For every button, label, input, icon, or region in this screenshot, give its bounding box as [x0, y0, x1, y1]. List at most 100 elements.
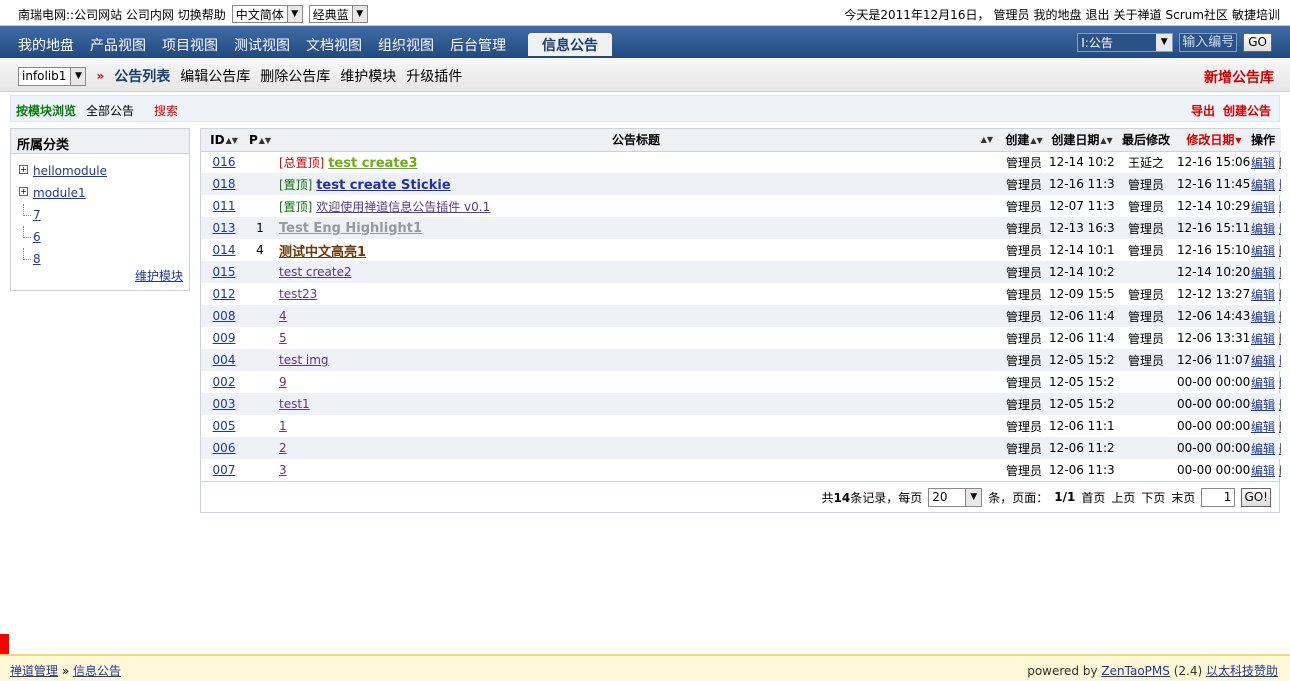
col-edited-header[interactable]: 修改日期▼	[1177, 129, 1251, 152]
maintain-module-link[interactable]: 维护模块	[135, 267, 183, 284]
export-link[interactable]: 导出	[1191, 102, 1215, 119]
module-link-hellomodule[interactable]: hellomodule	[33, 164, 107, 178]
row-title-link[interactable]: test create3	[328, 156, 417, 171]
menu-edit-lib[interactable]: 编辑公告库	[180, 66, 250, 86]
module-link-module1[interactable]: module1	[33, 186, 86, 200]
delete-link[interactable]: 删除	[1279, 354, 1281, 368]
col-creator-header[interactable]: 创建▲▼	[999, 129, 1049, 152]
row-id-link[interactable]: 003	[213, 397, 236, 411]
row-id-link[interactable]: 004	[213, 353, 236, 367]
delete-link[interactable]: 删除	[1279, 420, 1281, 434]
edit-link[interactable]: 编辑	[1251, 244, 1275, 258]
row-id-link[interactable]: 006	[213, 441, 236, 455]
add-lib-link[interactable]: 新增公告库	[1204, 67, 1274, 87]
nav-company[interactable]: 组织视图	[378, 35, 434, 56]
footer-crumb-current[interactable]: 信息公告	[73, 664, 121, 678]
link-agile-training[interactable]: 敏捷培训	[1232, 6, 1280, 23]
col-title-header[interactable]: 公告标题 ▲▼	[273, 129, 999, 152]
row-title-link[interactable]: Test Eng Highlight1	[279, 221, 422, 236]
delete-link[interactable]: 删除	[1279, 156, 1281, 170]
create-announcement-link[interactable]: 创建公告	[1223, 102, 1271, 119]
delete-link[interactable]: 删除	[1279, 310, 1281, 324]
edit-link[interactable]: 编辑	[1251, 200, 1275, 214]
site-links[interactable]: 南瑞电网::公司网站 公司内网 切换帮助	[18, 6, 226, 23]
edit-link[interactable]: 编辑	[1251, 288, 1275, 302]
edit-link[interactable]: 编辑	[1251, 156, 1275, 170]
row-id-link[interactable]: 008	[213, 309, 236, 323]
edit-link[interactable]: 编辑	[1251, 354, 1275, 368]
row-id-link[interactable]: 007	[213, 463, 236, 477]
info-lib-select[interactable]: infolib1 ▼	[18, 66, 87, 86]
next-page-link[interactable]: 下页	[1141, 489, 1165, 506]
col-created-header[interactable]: 创建日期▲▼	[1049, 129, 1115, 152]
expand-icon[interactable]: +	[19, 187, 28, 196]
row-id-link[interactable]: 009	[213, 331, 236, 345]
footer-crumb-root[interactable]: 禅道管理	[10, 664, 58, 678]
language-select[interactable]: 中文简体 ▼	[231, 5, 303, 23]
row-id-link[interactable]: 013	[213, 221, 236, 235]
delete-link[interactable]: 删除	[1279, 178, 1281, 192]
row-title-link[interactable]: test create Stickie	[316, 178, 450, 193]
nav-product[interactable]: 产品视图	[90, 35, 146, 56]
row-id-link[interactable]: 005	[213, 419, 236, 433]
row-title-link[interactable]: test img	[279, 353, 329, 367]
row-title-link[interactable]: 9	[279, 375, 287, 389]
menu-maintain-module[interactable]: 维护模块	[340, 66, 396, 86]
sponsor-link[interactable]: 以太科技赞助	[1206, 664, 1278, 678]
row-title-link[interactable]: test create2	[279, 265, 352, 279]
row-title-link[interactable]: 2	[279, 441, 287, 455]
nav-project[interactable]: 项目视图	[162, 35, 218, 56]
row-id-link[interactable]: 014	[213, 243, 236, 257]
row-title-link[interactable]: 3	[279, 463, 287, 477]
module-link-6[interactable]: 6	[33, 230, 41, 244]
link-scrum-community[interactable]: Scrum社区	[1166, 6, 1228, 23]
row-id-link[interactable]: 002	[213, 375, 236, 389]
row-id-link[interactable]: 018	[213, 177, 236, 191]
per-page-select[interactable]: 20 ▼	[928, 487, 983, 507]
edit-link[interactable]: 编辑	[1251, 310, 1275, 324]
first-page-link[interactable]: 首页	[1081, 489, 1105, 506]
edit-link[interactable]: 编辑	[1251, 222, 1275, 236]
search-tab[interactable]: 搜索	[154, 102, 178, 119]
expand-icon[interactable]: +	[19, 165, 28, 174]
nav-my-dashboard[interactable]: 我的地盘	[18, 35, 74, 56]
delete-link[interactable]: 删除	[1279, 464, 1281, 478]
edit-link[interactable]: 编辑	[1251, 464, 1275, 478]
row-title-link[interactable]: 欢迎使用禅道信息公告插件 v0.1	[316, 200, 490, 214]
link-logout[interactable]: 退出	[1086, 6, 1110, 23]
row-title-link[interactable]: 1	[279, 419, 287, 433]
browse-by-module-tab[interactable]: 按模块浏览	[16, 102, 76, 119]
theme-select[interactable]: 经典蓝 ▼	[308, 5, 368, 23]
row-id-link[interactable]: 011	[213, 199, 236, 213]
delete-link[interactable]: 删除	[1279, 222, 1281, 236]
module-link-8[interactable]: 8	[33, 252, 41, 266]
prev-page-link[interactable]: 上页	[1111, 489, 1135, 506]
search-type-select[interactable]: I:公告 ▼	[1077, 33, 1174, 52]
col-p-header[interactable]: P▲▼	[247, 129, 273, 152]
row-title-link[interactable]: 5	[279, 331, 287, 345]
page-number-input[interactable]: 1	[1201, 487, 1236, 507]
row-id-link[interactable]: 015	[213, 265, 236, 279]
row-title-link[interactable]: 测试中文高亮1	[279, 245, 366, 260]
row-id-link[interactable]: 016	[213, 155, 236, 169]
last-page-link[interactable]: 末页	[1171, 489, 1195, 506]
col-id-header[interactable]: ID▲▼	[201, 129, 247, 152]
delete-link[interactable]: 删除	[1279, 332, 1281, 346]
edit-link[interactable]: 编辑	[1251, 442, 1275, 456]
delete-link[interactable]: 删除	[1279, 398, 1281, 412]
link-my-dashboard[interactable]: 我的地盘	[1033, 6, 1081, 23]
edit-link[interactable]: 编辑	[1251, 398, 1275, 412]
delete-link[interactable]: 删除	[1279, 244, 1281, 258]
all-announcements-tab[interactable]: 全部公告	[86, 102, 134, 119]
row-title-link[interactable]: 4	[279, 309, 287, 323]
search-go-button[interactable]: GO	[1243, 33, 1272, 52]
menu-upgrade-plugin[interactable]: 升级插件	[406, 66, 462, 86]
edit-link[interactable]: 编辑	[1251, 420, 1275, 434]
row-id-link[interactable]: 012	[213, 287, 236, 301]
edit-link[interactable]: 编辑	[1251, 376, 1275, 390]
menu-delete-lib[interactable]: 删除公告库	[260, 66, 330, 86]
row-title-link[interactable]: test1	[279, 397, 310, 411]
nav-admin[interactable]: 后台管理	[450, 35, 506, 56]
current-menu-announcement-list[interactable]: 公告列表	[114, 66, 170, 86]
nav-test[interactable]: 测试视图	[234, 35, 290, 56]
